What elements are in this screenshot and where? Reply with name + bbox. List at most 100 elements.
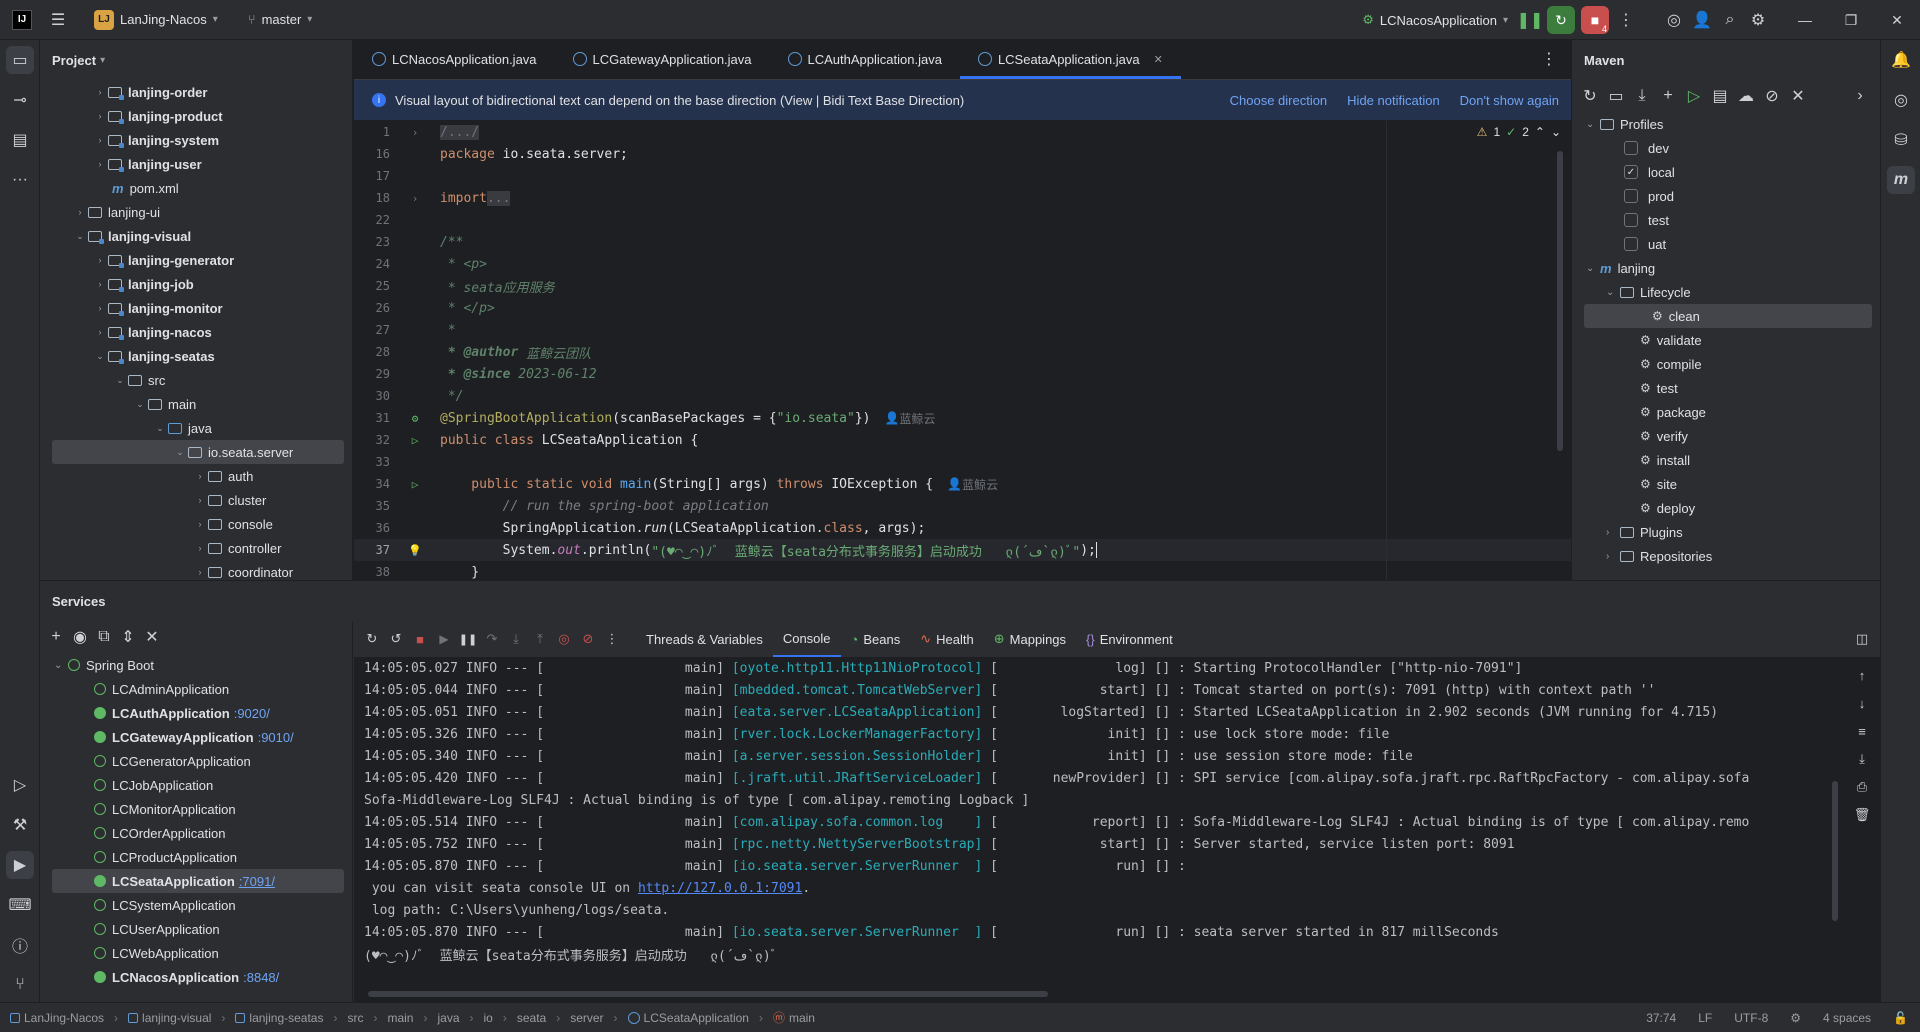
structure-icon[interactable]: ▤: [6, 126, 34, 154]
stop-button[interactable]: ■ 4: [1581, 6, 1609, 34]
clear-icon[interactable]: 🗑: [1848, 801, 1876, 829]
scroll-down-icon[interactable]: ↓: [1848, 689, 1876, 717]
tree-item[interactable]: › lanjing-monitor: [40, 296, 352, 320]
author-inlay[interactable]: 蓝鲸云: [899, 410, 935, 427]
profile-item[interactable]: test: [1572, 208, 1880, 232]
tree-item[interactable]: ⌄ lanjing-visual: [40, 224, 352, 248]
layout-icon[interactable]: ◫: [1848, 625, 1876, 653]
chevron-right-icon[interactable]: ›: [1848, 82, 1872, 110]
expand-arrow-icon[interactable]: ›: [192, 519, 208, 529]
pause-icon[interactable]: ❚❚: [456, 625, 480, 653]
run-tool-icon[interactable]: ▷: [6, 771, 34, 799]
project-switcher[interactable]: LJ LanJing-Nacos ▾: [86, 6, 226, 34]
inspection-widget[interactable]: ⚠ 1 ✓ 2 ⌃ ⌄: [1477, 125, 1561, 139]
lifecycle-goal-selected[interactable]: ⚙ clean: [1584, 304, 1872, 328]
expand-arrow-icon[interactable]: ›: [92, 279, 108, 289]
breakpoints-icon[interactable]: ◎: [552, 625, 576, 653]
skip-tests-icon[interactable]: ⊘: [1760, 82, 1784, 110]
breadcrumb-item[interactable]: seata ›: [517, 1011, 560, 1025]
soft-wrap-icon[interactable]: ≡: [1848, 717, 1876, 745]
console-url-link[interactable]: http://127.0.0.1:7091: [638, 881, 802, 896]
scroll-up-icon[interactable]: ↑: [1848, 661, 1876, 689]
add-project-icon[interactable]: ▭: [1604, 82, 1628, 110]
collapse-arrow-icon[interactable]: ⌄: [54, 660, 68, 671]
expand-arrow-icon[interactable]: ›: [1606, 551, 1620, 562]
collapse-arrow-icon[interactable]: ⌄: [1606, 287, 1620, 298]
profile-checkbox-checked[interactable]: ✓: [1624, 165, 1638, 179]
run-icon[interactable]: ▷: [1682, 82, 1706, 110]
expand-arrow-icon[interactable]: ›: [192, 471, 208, 481]
fold-icon[interactable]: ›: [390, 126, 440, 139]
collapse-arrow-icon[interactable]: ⌄: [92, 351, 108, 362]
log-logger[interactable]: [io.seata.server.ServerRunner ]: [732, 925, 982, 940]
collapse-arrow-icon[interactable]: ⌄: [72, 231, 88, 242]
indent-setting[interactable]: 4 spaces: [1823, 1011, 1871, 1025]
tab-lcseataapplication[interactable]: LCSeataApplication.java ✕: [959, 39, 1181, 79]
author-inlay[interactable]: 蓝鲸云: [962, 476, 998, 493]
tree-item[interactable]: › lanjing-product: [40, 104, 352, 128]
log-logger[interactable]: [oyote.http11.Http11NioProtocol]: [732, 661, 982, 676]
collapse-all-icon[interactable]: ✕: [1786, 82, 1810, 110]
next-highlight-icon[interactable]: ⌄: [1551, 125, 1561, 139]
log-logger[interactable]: [mbedded.tomcat.TomcatWebServer]: [732, 683, 982, 698]
collapse-arrow-icon[interactable]: ⌄: [172, 447, 188, 458]
lifecycle-goal[interactable]: ⚙ validate: [1572, 328, 1880, 352]
service-item[interactable]: LCSystemApplication: [40, 893, 352, 917]
build-tool-icon[interactable]: ⚒: [6, 811, 34, 839]
ai-assistant-icon[interactable]: ◎: [1660, 6, 1688, 34]
expand-arrow-icon[interactable]: ›: [192, 567, 208, 577]
lifecycle-goal[interactable]: ⚙ package: [1572, 400, 1880, 424]
collapse-arrow-icon[interactable]: ⌄: [1586, 119, 1600, 130]
offline-icon[interactable]: ☁: [1734, 82, 1758, 110]
tree-item[interactable]: › coordinator: [40, 560, 352, 580]
tree-item[interactable]: › controller: [40, 536, 352, 560]
rerun-button[interactable]: ↻: [1547, 6, 1575, 34]
console-vscrollbar[interactable]: [1832, 781, 1838, 921]
readonly-lock-icon[interactable]: 🔓: [1893, 1011, 1908, 1025]
git-icon[interactable]: ⑂: [6, 971, 34, 999]
log-logger[interactable]: [com.alipay.sofa.common.log ]: [732, 815, 982, 830]
tree-item[interactable]: › lanjing-order: [40, 80, 352, 104]
code-editor[interactable]: ⚠ 1 ✓ 2 ⌃ ⌄ 1 ›/.../ 16 package io.seata.serv…: [354, 121, 1571, 580]
expand-arrow-icon[interactable]: ›: [192, 495, 208, 505]
reload-icon[interactable]: ↻: [1578, 82, 1602, 110]
tree-item[interactable]: m pom.xml: [40, 176, 352, 200]
cursor-position[interactable]: 37:74: [1646, 1011, 1676, 1025]
resume-icon[interactable]: ▶: [432, 625, 456, 653]
add-user-icon[interactable]: 👤: [1688, 6, 1716, 34]
eye-icon[interactable]: ◉: [68, 623, 92, 651]
lifecycle-goal[interactable]: ⚙ verify: [1572, 424, 1880, 448]
maven-project[interactable]: ⌄ m lanjing: [1572, 256, 1880, 280]
service-item[interactable]: LCWebApplication: [40, 941, 352, 965]
log-logger[interactable]: [rver.lock.LockerManagerFactory]: [732, 727, 982, 742]
service-item[interactable]: LCGeneratorApplication: [40, 749, 352, 773]
hide-notification-link[interactable]: Hide notification: [1347, 93, 1440, 108]
profile-checkbox[interactable]: [1624, 189, 1638, 203]
profile-item[interactable]: uat: [1572, 232, 1880, 256]
inspection-profile-icon[interactable]: ⚙: [1790, 1011, 1801, 1025]
service-item[interactable]: LCMonitorApplication: [40, 797, 352, 821]
database-icon[interactable]: ⛁: [1887, 126, 1915, 154]
expand-arrow-icon[interactable]: ›: [192, 543, 208, 553]
breadcrumb-item[interactable]: lanjing-seatas ›: [235, 1011, 337, 1025]
maven-profiles[interactable]: ⌄ Profiles: [1572, 112, 1880, 136]
expand-arrow-icon[interactable]: ›: [92, 135, 108, 145]
tab-mappings[interactable]: ⊕ Mappings: [984, 621, 1076, 657]
execute-goal-icon[interactable]: ▤: [1708, 82, 1732, 110]
close-button[interactable]: ✕: [1874, 0, 1920, 40]
console-output[interactable]: 14:05:05.027 INFO --- [ main] [oyote.htt…: [354, 657, 1844, 997]
main-menu-icon[interactable]: ☰: [44, 6, 72, 34]
choose-direction-link[interactable]: Choose direction: [1230, 93, 1328, 108]
maven-lifecycle[interactable]: ⌄ Lifecycle: [1572, 280, 1880, 304]
service-port-link[interactable]: :9010/: [258, 730, 294, 745]
log-logger[interactable]: [a.server.session.SessionHolder]: [732, 749, 982, 764]
pause-icon[interactable]: ❚❚: [1516, 6, 1544, 34]
step-out-icon[interactable]: ⤒: [528, 625, 552, 653]
scroll-to-end-icon[interactable]: ⤓: [1848, 745, 1876, 773]
lifecycle-goal[interactable]: ⚙ site: [1572, 472, 1880, 496]
commit-icon[interactable]: ⊸: [6, 86, 34, 114]
tree-item[interactable]: ⌄ lanjing-seatas: [40, 344, 352, 368]
service-item[interactable]: LCUserApplication: [40, 917, 352, 941]
tree-item[interactable]: › lanjing-nacos: [40, 320, 352, 344]
breadcrumb-item[interactable]: lanjing-visual ›: [128, 1011, 225, 1025]
